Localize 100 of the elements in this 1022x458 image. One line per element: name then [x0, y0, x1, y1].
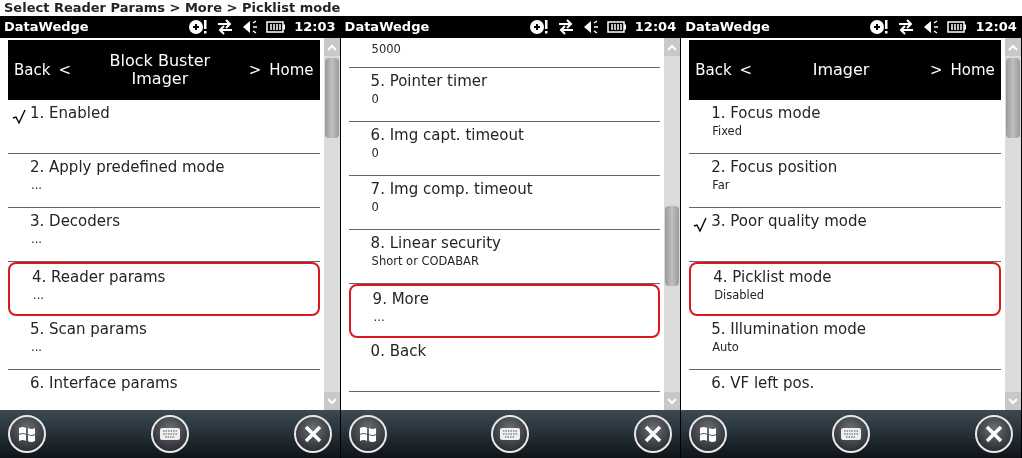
screen-title: Block Buster Imager	[108, 51, 212, 89]
app-title: DataWedge	[344, 18, 431, 37]
screen-title: Imager	[811, 60, 871, 80]
back-arrow[interactable]: <	[58, 58, 71, 82]
menu-item[interactable]: 4. Reader params ...	[8, 262, 320, 316]
item-label: 5. Pointer timer	[370, 72, 489, 92]
menu-item[interactable]: 2. Apply predefined mode ...	[8, 154, 320, 208]
clock-time: 12:04	[634, 18, 677, 37]
alert-icon[interactable]	[528, 19, 549, 35]
item-value: 0	[370, 199, 380, 215]
menu-item[interactable]: 2. Focus position Far	[689, 154, 1001, 208]
item-value: ...	[30, 231, 43, 247]
menu-item[interactable]: 5. Illumination mode Auto	[689, 316, 1001, 370]
speaker-icon[interactable]	[582, 19, 599, 35]
item-label: 1. Enabled	[30, 104, 111, 124]
clock-time: 12:04	[975, 18, 1017, 37]
start-button[interactable]	[689, 415, 728, 453]
keyboard-icon	[158, 427, 181, 441]
home-link[interactable]: Home	[950, 58, 995, 82]
app-title: DataWedge	[685, 18, 771, 37]
item-label: 2. Focus position	[711, 158, 839, 178]
menu-item[interactable]: 3. Decoders ...	[8, 208, 320, 262]
item-value: 5000	[370, 42, 402, 57]
menu-item[interactable]: 1. Enabled	[8, 100, 320, 154]
item-value: ...	[32, 287, 45, 303]
sync-arrows-icon[interactable]	[897, 19, 916, 35]
battery-icon	[947, 21, 968, 33]
sync-arrows-icon[interactable]	[556, 19, 575, 35]
item-value: 0	[370, 91, 380, 107]
flag-icon	[17, 424, 37, 444]
keyboard-icon	[840, 427, 862, 441]
menu-item[interactable]: 9. More ...	[348, 284, 661, 338]
alert-icon[interactable]	[869, 19, 890, 35]
item-value: Auto	[711, 339, 740, 355]
scrollbar[interactable]	[664, 38, 681, 410]
item-label: 6. Interface params	[30, 374, 179, 394]
forward-arrow[interactable]: >	[248, 58, 262, 82]
item-label: 3. Decoders	[30, 212, 121, 232]
alert-icon[interactable]	[188, 19, 209, 35]
item-label: 6. Img capt. timeout	[370, 126, 525, 146]
close-button[interactable]	[634, 415, 673, 453]
start-button[interactable]	[348, 415, 387, 453]
scroll-thumb[interactable]	[324, 58, 339, 138]
back-arrow[interactable]: <	[739, 58, 753, 82]
menu-item[interactable]: 0. Back	[348, 338, 661, 392]
menu-item[interactable]: 5. Pointer timer 0	[348, 68, 661, 122]
item-value: Short or CODABAR	[370, 253, 480, 269]
item-value: Fixed	[711, 123, 743, 139]
menu-item[interactable]: 1. Focus mode Fixed	[689, 100, 1001, 154]
item-value: Far	[711, 177, 731, 193]
speaker-icon[interactable]	[923, 19, 940, 35]
item-label: 4. Reader params	[32, 268, 167, 288]
item-label: 8. Linear security	[370, 234, 502, 254]
item-value: 0	[370, 145, 380, 161]
speaker-icon[interactable]	[242, 19, 259, 35]
scroll-thumb[interactable]	[1005, 58, 1020, 138]
sync-arrows-icon[interactable]	[216, 19, 235, 35]
menu-item[interactable]: 7. Img comp. timeout 0	[348, 176, 661, 230]
check-mark-icon	[693, 217, 708, 233]
battery-icon	[266, 21, 287, 33]
menu-item[interactable]: 3. Poor quality mode	[689, 208, 1001, 262]
close-button[interactable]	[293, 415, 332, 453]
item-label: 5. Scan params	[30, 320, 148, 340]
item-label: 2. Apply predefined mode	[30, 158, 226, 178]
close-icon	[644, 425, 663, 443]
scrollbar[interactable]	[323, 38, 340, 410]
item-label: 4. Picklist mode	[713, 268, 833, 288]
item-label: 0. Back	[370, 342, 428, 362]
menu-item[interactable]: 8. Linear security Short or CODABAR	[348, 230, 661, 284]
home-link[interactable]: Home	[269, 58, 314, 82]
item-value: ...	[30, 177, 43, 193]
scrollbar[interactable]	[1004, 38, 1021, 410]
keyboard-icon	[499, 427, 522, 441]
close-icon	[303, 425, 322, 443]
close-icon	[984, 425, 1003, 443]
keyboard-button[interactable]	[491, 415, 530, 453]
item-label: 9. More	[372, 290, 430, 310]
scroll-thumb[interactable]	[665, 206, 680, 286]
caption-text: Select Reader Params > More > Picklist mode	[3, 0, 342, 16]
back-link[interactable]: Back	[14, 58, 51, 82]
menu-item[interactable]: 4. Picklist mode Disabled	[689, 262, 1001, 316]
menu-item[interactable]: 6. Img capt. timeout 0	[348, 122, 661, 176]
keyboard-button[interactable]	[832, 415, 870, 453]
menu-item[interactable]: 5000	[348, 38, 661, 68]
app-title: DataWedge	[4, 18, 90, 37]
item-value: Disabled	[713, 287, 766, 303]
keyboard-button[interactable]	[150, 415, 189, 453]
item-label: 5. Illumination mode	[711, 320, 868, 340]
flag-icon	[698, 424, 719, 444]
back-link[interactable]: Back	[695, 58, 732, 82]
forward-arrow[interactable]: >	[929, 58, 943, 82]
start-button[interactable]	[8, 415, 46, 453]
item-label: 7. Img comp. timeout	[370, 180, 534, 200]
close-button[interactable]	[974, 415, 1013, 453]
item-label: 6. VF left pos.	[711, 374, 816, 394]
item-label: 3. Poor quality mode	[711, 212, 868, 232]
menu-item[interactable]: 5. Scan params ...	[8, 316, 320, 370]
item-value: ...	[372, 309, 386, 325]
flag-icon	[357, 424, 378, 444]
clock-time: 12:03	[294, 18, 336, 37]
